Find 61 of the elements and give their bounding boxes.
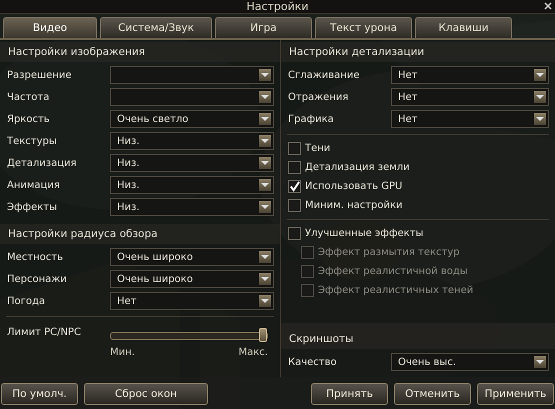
dropdown[interactable]	[110, 66, 274, 84]
button[interactable]: Отменить	[394, 383, 471, 405]
dropdown[interactable]: Низ.	[110, 154, 274, 172]
field-label: Сглаживание	[287, 70, 360, 80]
checkbox[interactable]	[288, 161, 301, 174]
checkbox-label: Тени	[305, 143, 330, 154]
min-label: Мин.	[110, 347, 135, 358]
field-label: Частота	[6, 92, 50, 102]
button[interactable]: По умолч.	[1, 383, 78, 405]
window-title: Настройки	[246, 0, 309, 13]
field-label: Разрешение	[6, 70, 72, 80]
field-label: Качество	[287, 356, 338, 368]
tab[interactable]: Клавиши	[415, 17, 512, 38]
dropdown[interactable]: Очень выс.	[391, 353, 549, 371]
button[interactable]: Принять	[311, 383, 388, 405]
section-title: Настройки детализации	[289, 46, 424, 58]
field-label: Эффекты	[6, 202, 58, 212]
dropdown[interactable]: Нет	[391, 88, 549, 106]
tab[interactable]: Система/Звук	[100, 17, 212, 38]
field-label: Графика	[287, 114, 335, 124]
dropdown[interactable]: Нет	[391, 66, 549, 84]
section-title: Настройки изображения	[8, 46, 145, 58]
dropdown[interactable]	[110, 88, 274, 106]
checkbox[interactable]	[288, 142, 301, 155]
slider-label: Лимит PC/NPC	[6, 327, 82, 338]
dropdown[interactable]: Низ.	[110, 176, 274, 194]
field-label: Текстуры	[6, 136, 58, 146]
field-label: Анимация	[6, 180, 61, 190]
tab[interactable]: Игра	[215, 17, 312, 38]
field-label: Детализация	[6, 158, 78, 168]
field-label: Местность	[6, 252, 64, 262]
dropdown[interactable]: Низ.	[110, 198, 274, 216]
checkbox-label: Эффект реалистичной воды	[318, 266, 468, 277]
checkbox-label: Улучшенные эффекты	[305, 228, 424, 239]
button[interactable]: Применить	[477, 383, 554, 405]
checkbox-label: Детализация земли	[305, 162, 410, 173]
field-label: Погода	[6, 296, 46, 306]
button[interactable]: Сброс окон	[84, 383, 208, 405]
checkbox-label: Эффект реалистичных теней	[318, 285, 474, 296]
section-title: Настройки радиуса обзора	[8, 228, 158, 240]
close-icon[interactable]	[544, 2, 552, 10]
tab[interactable]: Текст урона	[315, 17, 412, 38]
checkbox-label: Миним. настройки	[305, 200, 403, 211]
max-label: Макс.	[238, 347, 268, 358]
tab[interactable]: Видео	[3, 17, 97, 38]
field-label: Персонажи	[6, 274, 68, 284]
dropdown[interactable]: Очень светло	[110, 110, 274, 128]
checkbox[interactable]	[288, 199, 301, 212]
dropdown[interactable]: Очень широко	[110, 270, 274, 288]
field-label: Отражения	[287, 92, 350, 102]
dropdown[interactable]: Очень широко	[110, 248, 274, 266]
dropdown[interactable]: Нет	[391, 110, 549, 128]
field-label: Яркость	[6, 114, 51, 124]
section-title: Скриншоты	[289, 333, 354, 345]
checkbox[interactable]	[288, 227, 301, 240]
checkbox-label: Использовать GPU	[305, 181, 402, 192]
dropdown[interactable]: Нет	[110, 292, 274, 310]
dropdown[interactable]: Низ.	[110, 132, 274, 150]
checkbox[interactable]	[288, 180, 301, 193]
slider-thumb[interactable]	[259, 328, 267, 342]
checkbox-label: Эффект размытия текстур	[318, 247, 460, 258]
